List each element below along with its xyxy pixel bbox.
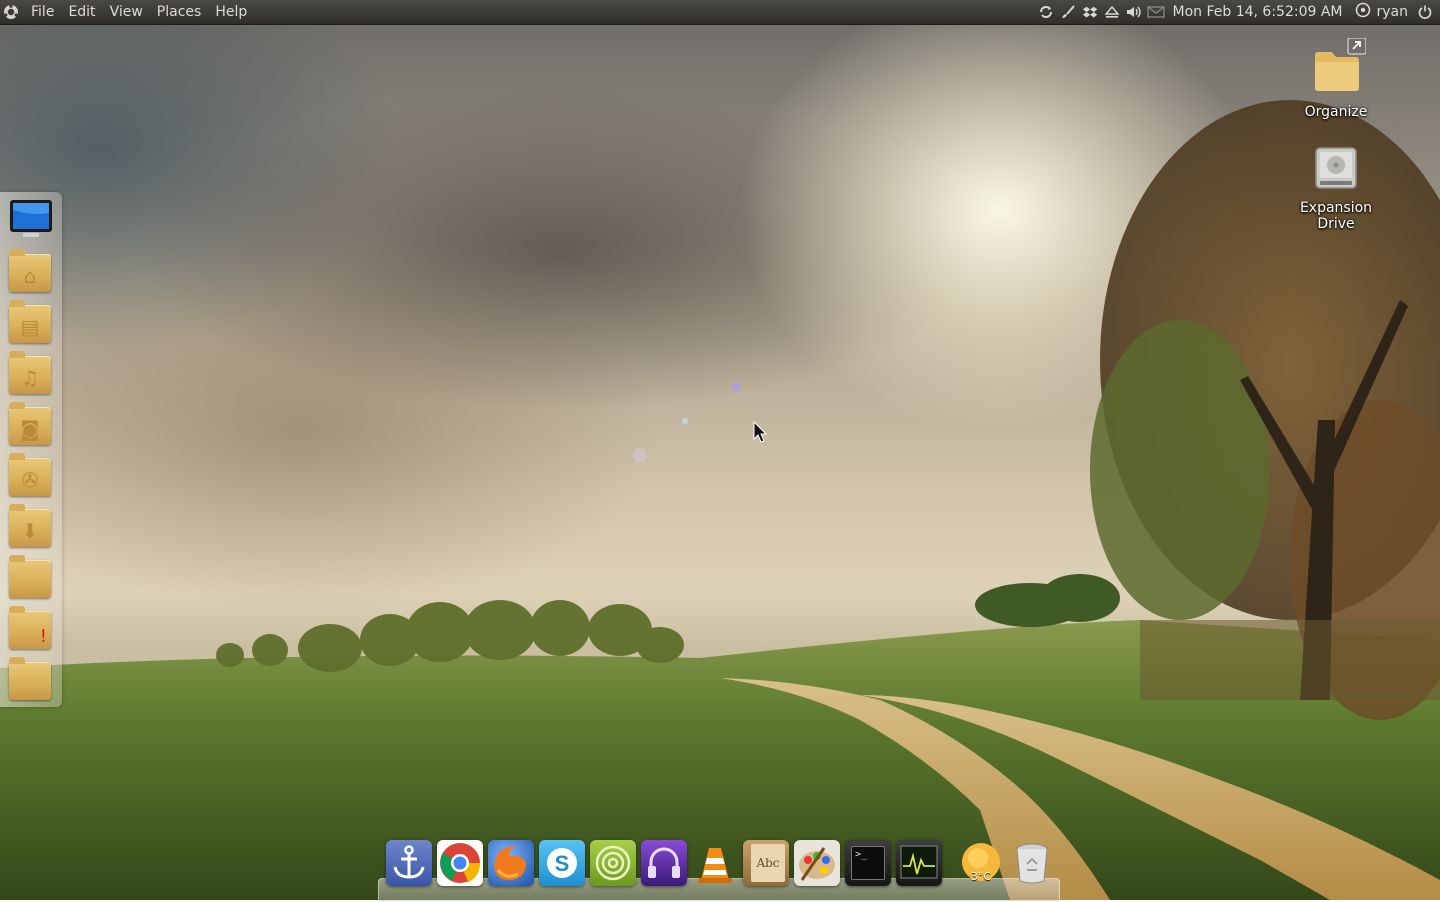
downloads-folder-icon: ⬇ — [9, 509, 51, 547]
vlc-icon — [692, 840, 738, 886]
brush-icon[interactable] — [1057, 0, 1079, 24]
dock-item-vlc[interactable] — [692, 840, 738, 886]
menu-help[interactable]: Help — [208, 0, 254, 24]
ubuntu-logo-icon[interactable] — [2, 3, 20, 21]
folder-icon — [9, 560, 51, 598]
menu-places[interactable]: Places — [150, 0, 209, 24]
menu-view[interactable]: View — [103, 0, 150, 24]
dock-item-dictionary[interactable]: Abc — [743, 840, 789, 886]
terminal-icon: >_ — [851, 846, 885, 880]
dock-item-anchor[interactable] — [386, 840, 432, 886]
music-folder-icon: ♫ — [9, 356, 51, 394]
hard-drive-icon — [1308, 144, 1364, 194]
dock-item-trash[interactable] — [1009, 840, 1055, 886]
folder-link-icon — [1306, 38, 1366, 98]
desktop-icon-organize[interactable]: Organize — [1281, 38, 1391, 120]
sidebar-item-computer[interactable] — [8, 196, 54, 242]
dock: S Abc >_ 3°C — [378, 836, 1058, 900]
user-icon — [1355, 2, 1371, 22]
menu-edit[interactable]: Edit — [61, 0, 102, 24]
dock-item-chrome[interactable] — [437, 840, 483, 886]
dock-item-skype[interactable]: S — [539, 840, 585, 886]
dropbox-icon[interactable] — [1079, 0, 1101, 24]
dock-item-headphones[interactable] — [641, 840, 687, 886]
menu-file[interactable]: File — [24, 0, 61, 24]
sidebar-item-folder[interactable] — [8, 554, 54, 600]
sidebar-item-videos[interactable]: ✇ — [8, 452, 54, 498]
dictionary-icon: Abc — [751, 844, 785, 882]
dock-item-spiral[interactable] — [590, 840, 636, 886]
desktop-icon-label: Expansion Drive — [1281, 200, 1391, 232]
terminal-prompt: >_ — [855, 849, 867, 860]
clock[interactable]: Mon Feb 14, 6:52:09 AM — [1167, 0, 1351, 24]
pictures-folder-icon: ◙ — [9, 407, 51, 445]
sidebar-item-home[interactable]: ⌂ — [8, 248, 54, 294]
dock-item-terminal[interactable]: >_ — [845, 840, 891, 886]
trash-icon — [1009, 840, 1055, 886]
volume-icon[interactable] — [1123, 0, 1145, 24]
dictionary-label: Abc — [756, 856, 779, 870]
desktop-wallpaper — [0, 0, 1440, 900]
firefox-icon — [488, 840, 534, 886]
documents-folder-icon: ▤ — [9, 305, 51, 343]
sidebar-item-downloads[interactable]: ⬇ — [8, 503, 54, 549]
computer-icon — [8, 196, 54, 242]
skype-icon: S — [539, 840, 585, 886]
eject-icon[interactable] — [1101, 0, 1123, 24]
sidebar-item-pictures[interactable]: ◙ — [8, 401, 54, 447]
wallpaper-landscape — [0, 0, 1440, 900]
mail-icon[interactable] — [1145, 0, 1167, 24]
svg-text:S: S — [555, 851, 570, 876]
headphones-icon — [641, 840, 687, 886]
videos-folder-icon: ✇ — [9, 458, 51, 496]
system-monitor-icon — [896, 840, 942, 886]
mouse-cursor-icon — [753, 421, 767, 443]
paint-icon — [794, 840, 840, 886]
power-icon[interactable] — [1414, 0, 1436, 24]
username: ryan — [1377, 4, 1409, 20]
anchor-icon — [386, 840, 432, 886]
sidebar-item-documents[interactable]: ▤ — [8, 299, 54, 345]
folder-icon — [9, 662, 51, 700]
folder-warning-icon: ! — [9, 611, 51, 649]
chrome-icon — [437, 840, 483, 886]
sync-icon[interactable] — [1035, 0, 1057, 24]
home-folder-icon: ⌂ — [9, 254, 51, 292]
desktop-icon-label: Organize — [1281, 104, 1391, 120]
dock-item-firefox[interactable] — [488, 840, 534, 886]
top-panel: File Edit View Places Help Mon Feb 14, 6… — [0, 0, 1440, 25]
dock-item-paint[interactable] — [794, 840, 840, 886]
weather-temperature: 3°C — [958, 870, 1004, 883]
spiral-icon — [590, 840, 636, 886]
dock-item-system-monitor[interactable] — [896, 840, 942, 886]
panel-indicators: Mon Feb 14, 6:52:09 AM ryan — [1035, 0, 1440, 24]
sidebar-item-folder-warning[interactable]: ! — [8, 605, 54, 651]
sidebar-item-folder-2[interactable] — [8, 656, 54, 702]
user-menu[interactable]: ryan — [1351, 2, 1415, 22]
sidebar-item-music[interactable]: ♫ — [8, 350, 54, 396]
dock-item-weather[interactable]: 3°C — [958, 840, 1004, 886]
desktop-icon-expansion-drive[interactable]: Expansion Drive — [1281, 144, 1391, 232]
places-sidebar: ⌂ ▤ ♫ ◙ ✇ ⬇ ! — [0, 192, 62, 707]
